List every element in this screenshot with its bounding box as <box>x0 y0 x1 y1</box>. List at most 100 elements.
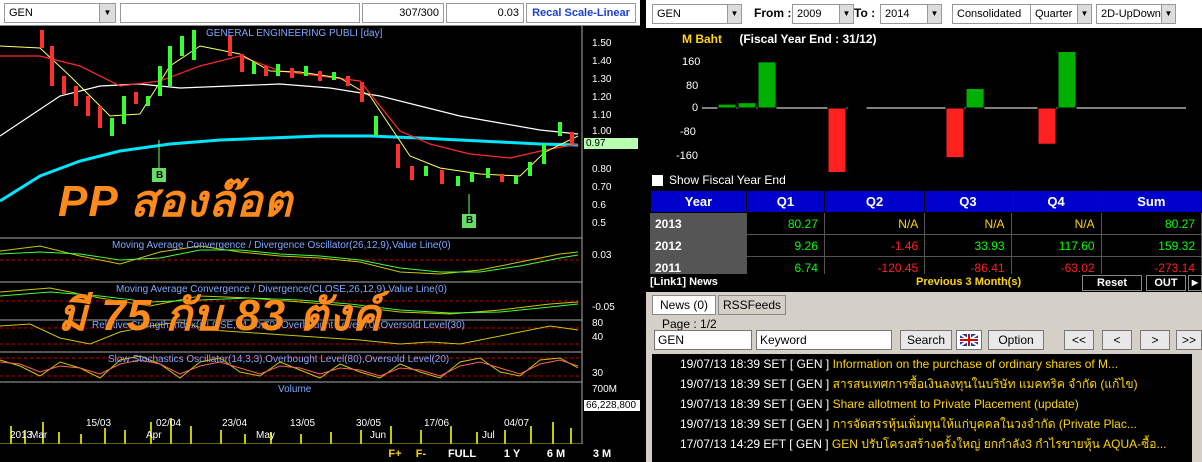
last-page-button[interactable]: >> <box>1176 330 1202 350</box>
news-search-button[interactable]: Search <box>900 330 952 350</box>
date-tick: 04/07 <box>504 418 530 429</box>
news-source: EFT <box>763 437 786 451</box>
news-date: 17/07/13 14:29 <box>680 437 761 451</box>
chevron-down-icon[interactable]: ▼ <box>927 5 941 23</box>
range-1y-button[interactable]: 1 Y <box>494 446 530 462</box>
news-keyword-input[interactable]: Keyword <box>756 330 892 350</box>
news-panel: [Link1] News Previous 3 Month(s) Reset O… <box>646 274 1202 462</box>
news-header: [Link1] News Previous 3 Month(s) Reset O… <box>646 274 1202 292</box>
macd-tick: 0.03 <box>592 250 612 261</box>
tab-news[interactable]: News (0) <box>652 295 716 315</box>
to-year-select[interactable]: 2014 ▼ <box>880 4 942 24</box>
show-fiscal-year-checkbox[interactable] <box>652 174 663 186</box>
col-header-sum[interactable]: Sum <box>1100 190 1202 213</box>
show-fiscal-year-label: Show Fiscal Year End <box>669 173 786 187</box>
to-label: To : <box>854 6 876 20</box>
unit-label: M Baht <box>682 32 722 46</box>
zoom-out-button[interactable]: F- <box>410 446 432 462</box>
consolidated-value: Consolidated <box>957 8 1022 20</box>
technical-chart-panel: GEN ▼ 307/300 0.03 Recal Scale-Linear GE… <box>0 0 640 462</box>
view-value: 2D-UpDown <box>1101 8 1161 20</box>
chart-symbol-select[interactable]: GEN ▼ <box>4 3 116 23</box>
news-headline[interactable]: GEN ปรับโครงสร้างครั้งใหญ่ ยกกำลัง3 กำไร… <box>832 437 1167 451</box>
news-option-button[interactable]: Option <box>988 330 1044 350</box>
table-row[interactable]: 2012 9.26 -1.46 33.93 117.60 159.32 <box>650 234 1202 257</box>
fin-bar-2012-q3 <box>965 87 985 109</box>
table-row[interactable]: 2013 80.27 N/A N/A N/A 80.27 <box>650 212 1202 235</box>
date-tick: 13/05 <box>290 418 316 429</box>
fin-bar-2011-q4 <box>1037 107 1057 145</box>
price-tick: 0.6 <box>592 200 606 211</box>
list-item[interactable]: 19/07/13 18:39 SET [ GEN ] Share allotme… <box>652 394 1192 414</box>
fiscal-label: (Fiscal Year End : 31/12) <box>739 32 877 46</box>
list-item[interactable]: 19/07/13 18:39 SET [ GEN ] สารสนเทศการซื… <box>652 374 1192 394</box>
col-header-q2[interactable]: Q2 <box>823 190 926 213</box>
col-header-q4[interactable]: Q4 <box>1010 190 1102 213</box>
news-headline[interactable]: Information on the purchase of ordinary … <box>833 357 1118 371</box>
fin-bar-2013-q1 <box>757 61 777 109</box>
stoch-title: Slow Stochastics Oscillator(14,3,3),Over… <box>108 354 450 365</box>
first-page-button[interactable]: << <box>1064 330 1094 350</box>
cursor-value: 0.03 <box>446 3 524 23</box>
cell-q1: 80.27 <box>746 212 825 235</box>
col-header-q1[interactable]: Q1 <box>746 190 825 213</box>
app-window: GEN ▼ 307/300 0.03 Recal Scale-Linear GE… <box>0 0 1202 462</box>
fin-bar-2012-q2 <box>847 107 867 110</box>
stoch-tick: 30 <box>592 368 604 379</box>
fin-symbol-select[interactable]: GEN ▼ <box>652 4 742 24</box>
range-6m-button[interactable]: 6 M <box>538 446 574 462</box>
view-select[interactable]: 2D-UpDown ▼ <box>1096 4 1176 24</box>
chart-canvas[interactable]: GENERAL ENGINEERING PUBLI [day] 1.50 1.4… <box>0 26 640 462</box>
cell-q2: -1.46 <box>823 234 926 257</box>
chevron-down-icon[interactable]: ▼ <box>1077 5 1091 23</box>
chevron-right-icon[interactable]: ▶ <box>1188 275 1202 291</box>
chevron-down-icon[interactable]: ▼ <box>1161 5 1175 23</box>
chart-toolbar: GEN ▼ 307/300 0.03 Recal Scale-Linear <box>0 0 640 26</box>
chevron-down-icon[interactable]: ▼ <box>99 4 115 22</box>
financials-panel: GEN ▼ From : 2009 ▼ To : 2014 ▼ Consolid… <box>646 0 1202 279</box>
fin-bar-2012-q4 <box>1057 52 1077 109</box>
fin-y-tick: 160 <box>682 56 701 68</box>
news-symbol: [ GEN ] <box>789 437 829 451</box>
from-year-select[interactable]: 2009 ▼ <box>792 4 854 24</box>
out-button[interactable]: OUT <box>1146 275 1186 291</box>
fin-bar-2011-q2 <box>827 107 847 172</box>
news-symbol-input[interactable]: GEN <box>654 330 752 350</box>
prev-page-button[interactable]: < <box>1102 330 1132 350</box>
price-tick: 1.40 <box>592 56 612 67</box>
next-page-button[interactable]: > <box>1140 330 1170 350</box>
uk-flag-icon[interactable] <box>956 330 982 350</box>
news-list[interactable]: 19/07/13 18:39 SET [ GEN ] Information o… <box>652 354 1192 462</box>
chevron-down-icon[interactable]: ▼ <box>727 5 741 23</box>
news-headline[interactable]: Share allotment to Private Placement (up… <box>833 397 1079 411</box>
zoom-in-button[interactable]: F+ <box>384 446 406 462</box>
list-item[interactable]: 17/07/13 14:29 EFT [ GEN ] GEN ปรับโครงส… <box>652 434 1192 454</box>
show-fiscal-year-toggle[interactable]: Show Fiscal Year End <box>652 173 786 187</box>
range-3m-button[interactable]: 3 M <box>584 446 620 462</box>
list-item[interactable]: 19/07/13 18:39 SET [ GEN ] การจัดสรรหุ้น… <box>652 414 1192 434</box>
period-select[interactable]: Quarter ▼ <box>1030 4 1092 24</box>
date-tick: 02/04 <box>156 418 182 429</box>
news-headline[interactable]: การจัดสรรหุ้นเพิ่มทุนให้แก่บุคคลในวงจำกั… <box>833 417 1137 431</box>
range-full-button[interactable]: FULL <box>440 446 484 462</box>
news-headline[interactable]: สารสนเทศการซื้อเงินลงทุนในบริษัท แมคทริค… <box>833 377 1138 391</box>
date-tick: May <box>256 430 275 441</box>
col-header-q3[interactable]: Q3 <box>924 190 1012 213</box>
cell-year: 2012 <box>650 234 747 257</box>
period-value: Quarter <box>1035 8 1073 20</box>
current-price-badge: 0.97 <box>584 138 638 149</box>
fin-bar-2011-q1 <box>717 103 737 109</box>
recal-scale-button[interactable]: Recal Scale-Linear <box>526 3 636 23</box>
fin-y-tick: 0 <box>692 102 699 114</box>
chevron-down-icon[interactable]: ▼ <box>839 5 853 23</box>
from-year-value: 2009 <box>797 8 822 20</box>
annotation-text-1: PP สองล๊อต <box>58 177 294 226</box>
news-scrollbar[interactable] <box>1192 354 1202 462</box>
price-tick: 0.5 <box>592 218 606 229</box>
buy-marker-label: B <box>466 215 474 226</box>
list-item[interactable]: 19/07/13 18:39 SET [ GEN ] Information o… <box>652 354 1192 374</box>
col-header-year[interactable]: Year <box>650 190 747 213</box>
cell-q4: N/A <box>1010 212 1102 235</box>
reset-button[interactable]: Reset <box>1082 275 1142 291</box>
tab-rss[interactable]: RSSFeeds <box>718 295 786 315</box>
